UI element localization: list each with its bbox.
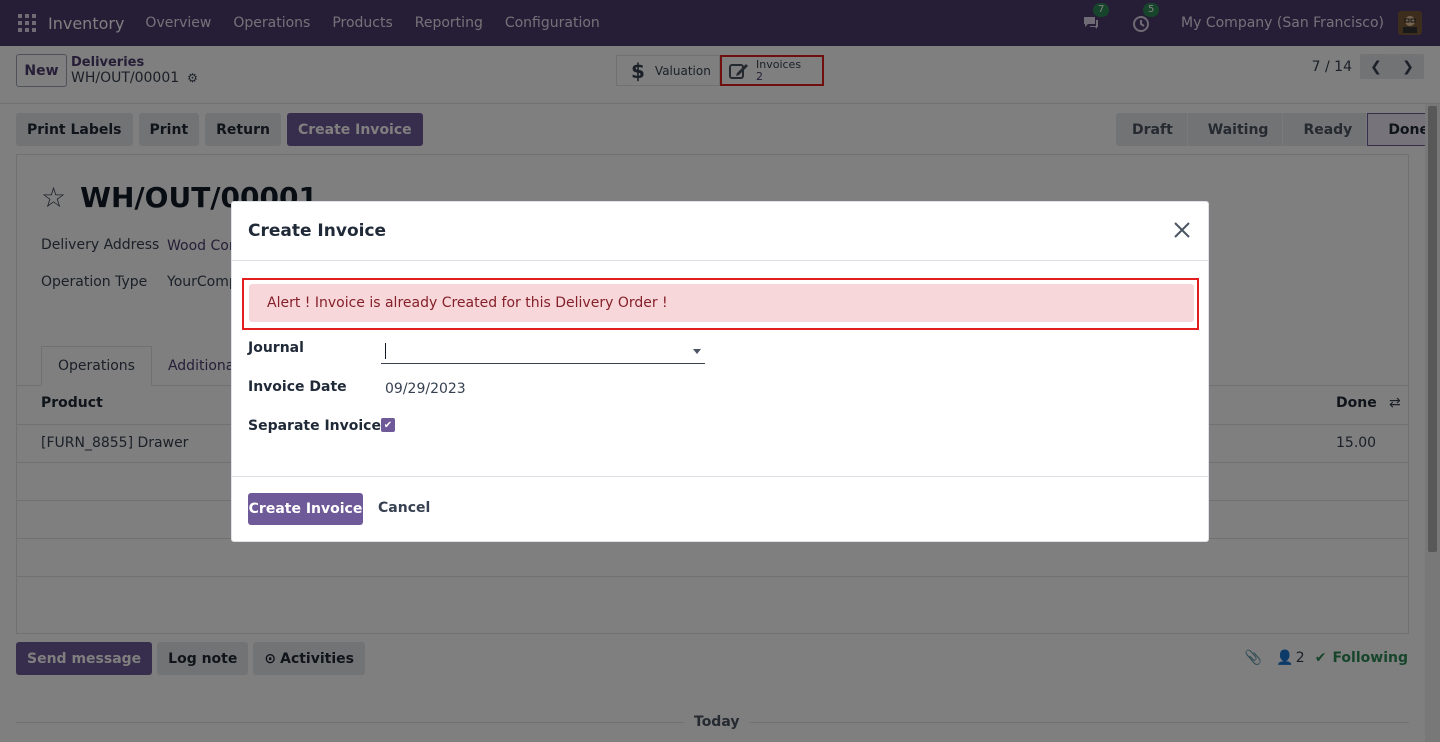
alert-message: Alert ! Invoice is already Created for t…: [249, 284, 1194, 322]
create-invoice-dialog: Create Invoice Alert ! Invoice is alread…: [231, 201, 1209, 542]
dialog-header: Create Invoice: [232, 202, 1208, 261]
checkmark-icon: ✔: [383, 419, 393, 431]
dialog-footer-divider: [232, 476, 1208, 477]
dialog-create-invoice-button[interactable]: Create Invoice: [248, 493, 363, 525]
dialog-title: Create Invoice: [248, 221, 387, 241]
invoice-date-label: Invoice Date: [248, 379, 347, 395]
dialog-cancel-button[interactable]: Cancel: [378, 500, 430, 516]
separate-invoice-checkbox[interactable]: ✔: [381, 418, 395, 432]
separate-invoice-label: Separate Invoice ?: [248, 418, 394, 434]
chevron-down-icon[interactable]: [693, 349, 701, 354]
close-icon[interactable]: [1170, 218, 1194, 242]
text-cursor: [385, 343, 386, 359]
journal-field[interactable]: [381, 339, 705, 364]
invoice-date-field[interactable]: 09/29/2023: [385, 381, 466, 397]
journal-label: Journal: [248, 340, 304, 356]
